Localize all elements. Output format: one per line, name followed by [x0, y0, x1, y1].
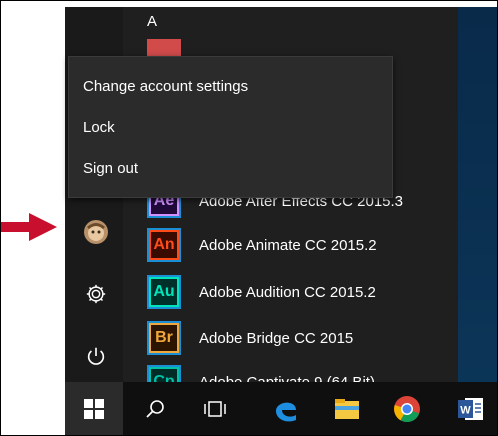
search-button[interactable]: [131, 382, 179, 435]
gear-icon: [86, 284, 106, 304]
power-button[interactable]: [81, 341, 111, 371]
menu-item-sign-out[interactable]: Sign out: [83, 160, 138, 177]
app-item-animate[interactable]: An Adobe Animate CC 2015.2: [147, 223, 377, 267]
screenshot-frame: A Ae Adobe After Effects CC 2015.3 An Ad…: [0, 0, 498, 436]
app-label: Adobe Audition CC 2015.2: [199, 283, 376, 301]
windows-start-icon: [84, 398, 104, 419]
red-arrow-annotation: [1, 213, 57, 241]
user-avatar[interactable]: [81, 217, 111, 247]
edge-icon: [276, 402, 296, 421]
app-label: Adobe Animate CC 2015.2: [199, 236, 377, 254]
power-icon: [87, 347, 105, 365]
file-explorer-button[interactable]: [323, 382, 371, 435]
search-icon: [146, 399, 164, 418]
word-button[interactable]: W: [447, 382, 495, 435]
edge-button[interactable]: [262, 382, 310, 435]
taskbar: W: [65, 382, 497, 435]
section-letter: A: [147, 13, 158, 30]
app-label: Adobe Bridge CC 2015: [199, 329, 354, 347]
account-menu: Change account settings Lock Sign out: [68, 56, 393, 198]
chrome-button[interactable]: [383, 382, 431, 435]
desktop-background: [458, 7, 497, 382]
audition-icon: Au: [149, 277, 179, 307]
animate-tile: An: [147, 228, 181, 262]
animate-icon: An: [149, 230, 179, 260]
bridge-icon: Br: [149, 323, 179, 353]
bridge-tile: Br: [147, 321, 181, 355]
menu-item-change-account-settings[interactable]: Change account settings: [83, 78, 248, 95]
app-item-bridge[interactable]: Br Adobe Bridge CC 2015: [147, 316, 353, 360]
chrome-icon: [394, 395, 420, 422]
app-item-audition[interactable]: Au Adobe Audition CC 2015.2: [147, 270, 376, 314]
start-button[interactable]: [65, 382, 123, 435]
user-avatar-icon: [84, 220, 108, 244]
settings-button[interactable]: [81, 279, 111, 309]
file-explorer-icon: [335, 398, 359, 419]
task-view-icon: [204, 400, 226, 417]
word-icon: W: [458, 397, 483, 420]
task-view-button[interactable]: [191, 382, 239, 435]
menu-item-lock[interactable]: Lock: [83, 119, 115, 136]
audition-tile: Au: [147, 275, 181, 309]
svg-text:W: W: [460, 404, 471, 416]
